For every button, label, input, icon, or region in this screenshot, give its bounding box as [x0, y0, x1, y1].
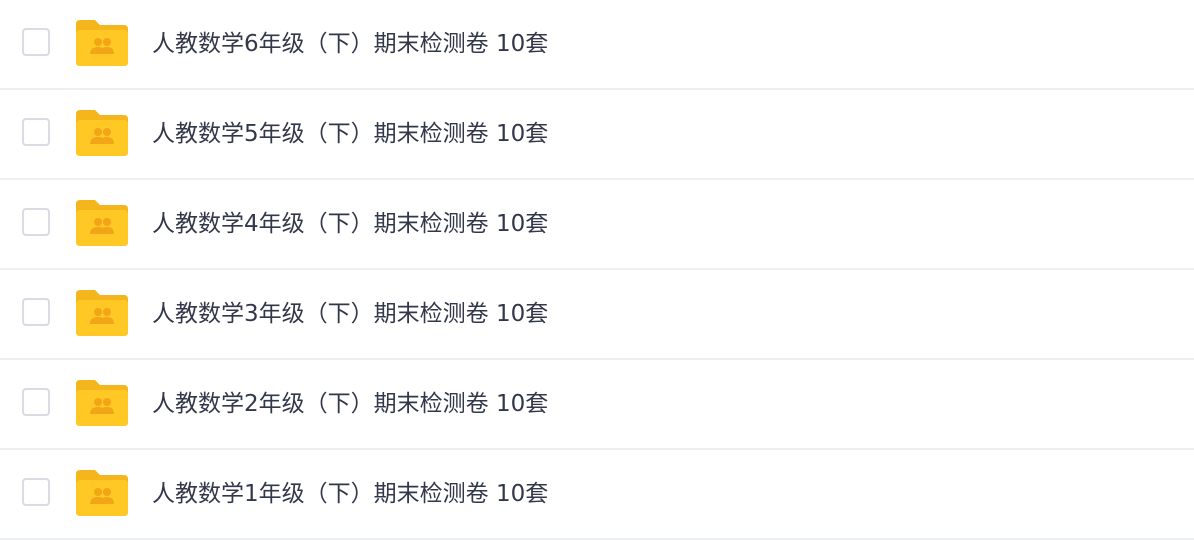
file-list: 人教数学6年级（下）期末检测卷 10套 人教数学5年级（下）期末检测卷 10套 [0, 0, 1194, 540]
file-name-link[interactable]: 人教数学6年级（下）期末检测卷 10套 [152, 28, 548, 60]
list-item[interactable]: 人教数学5年级（下）期末检测卷 10套 [0, 90, 1194, 180]
list-item[interactable]: 人教数学1年级（下）期末检测卷 10套 [0, 450, 1194, 540]
shared-folder-icon[interactable] [76, 200, 128, 246]
select-checkbox[interactable] [22, 478, 50, 506]
shared-folder-icon[interactable] [76, 470, 128, 516]
select-checkbox[interactable] [22, 28, 50, 56]
file-name-link[interactable]: 人教数学2年级（下）期末检测卷 10套 [152, 388, 548, 420]
select-checkbox[interactable] [22, 208, 50, 236]
shared-folder-icon[interactable] [76, 380, 128, 426]
file-name-link[interactable]: 人教数学3年级（下）期末检测卷 10套 [152, 298, 548, 330]
select-checkbox[interactable] [22, 118, 50, 146]
shared-folder-icon[interactable] [76, 110, 128, 156]
list-item[interactable]: 人教数学3年级（下）期末检测卷 10套 [0, 270, 1194, 360]
file-name-link[interactable]: 人教数学1年级（下）期末检测卷 10套 [152, 478, 548, 510]
select-checkbox[interactable] [22, 388, 50, 416]
list-item[interactable]: 人教数学6年级（下）期末检测卷 10套 [0, 0, 1194, 90]
list-item[interactable]: 人教数学2年级（下）期末检测卷 10套 [0, 360, 1194, 450]
file-name-link[interactable]: 人教数学4年级（下）期末检测卷 10套 [152, 208, 548, 240]
list-item[interactable]: 人教数学4年级（下）期末检测卷 10套 [0, 180, 1194, 270]
shared-folder-icon[interactable] [76, 20, 128, 66]
select-checkbox[interactable] [22, 298, 50, 326]
file-name-link[interactable]: 人教数学5年级（下）期末检测卷 10套 [152, 118, 548, 150]
shared-folder-icon[interactable] [76, 290, 128, 336]
